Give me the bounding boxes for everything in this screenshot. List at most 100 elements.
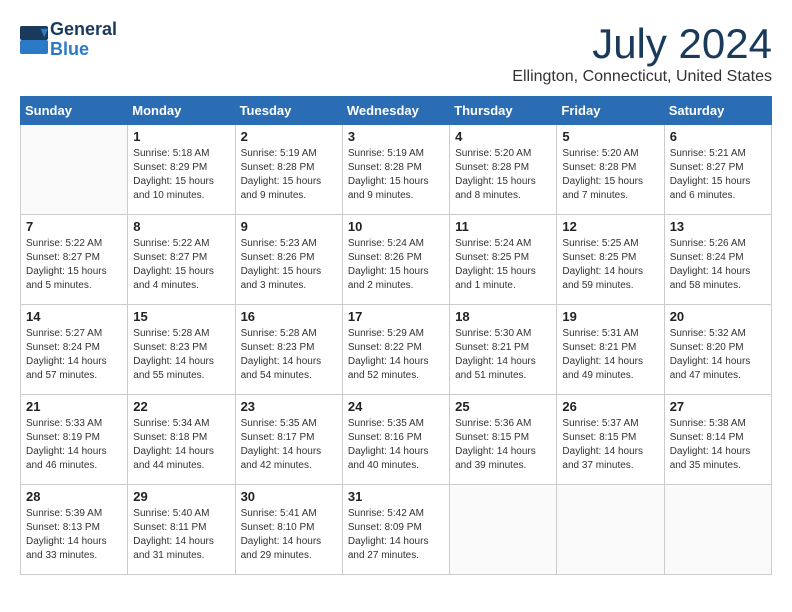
calendar-cell: 17 Sunrise: 5:29 AM Sunset: 8:22 PM Dayl… (342, 305, 449, 395)
calendar-cell (450, 485, 557, 575)
day-info: Sunrise: 5:30 AM Sunset: 8:21 PM Dayligh… (455, 327, 551, 383)
sunset-text: Sunset: 8:15 PM (455, 431, 551, 445)
header-day-saturday: Saturday (664, 97, 771, 125)
calendar-cell: 13 Sunrise: 5:26 AM Sunset: 8:24 PM Dayl… (664, 215, 771, 305)
header-row: SundayMondayTuesdayWednesdayThursdayFrid… (21, 97, 772, 125)
day-number: 19 (562, 309, 658, 324)
day-number: 4 (455, 129, 551, 144)
day-info: Sunrise: 5:29 AM Sunset: 8:22 PM Dayligh… (348, 327, 444, 383)
day-number: 22 (133, 399, 229, 414)
sunset-text: Sunset: 8:09 PM (348, 521, 444, 535)
sunset-text: Sunset: 8:13 PM (26, 521, 122, 535)
header-day-sunday: Sunday (21, 97, 128, 125)
day-number: 25 (455, 399, 551, 414)
logo-line2: Blue (50, 40, 117, 60)
day-number: 12 (562, 219, 658, 234)
daylight-text: Daylight: 14 hours and 31 minutes. (133, 535, 229, 563)
sunrise-text: Sunrise: 5:22 AM (26, 237, 122, 251)
daylight-text: Daylight: 15 hours and 8 minutes. (455, 175, 551, 203)
day-number: 16 (241, 309, 337, 324)
header-day-wednesday: Wednesday (342, 97, 449, 125)
sunrise-text: Sunrise: 5:35 AM (348, 417, 444, 431)
day-number: 29 (133, 489, 229, 504)
sunrise-text: Sunrise: 5:24 AM (348, 237, 444, 251)
calendar-cell: 25 Sunrise: 5:36 AM Sunset: 8:15 PM Dayl… (450, 395, 557, 485)
day-info: Sunrise: 5:28 AM Sunset: 8:23 PM Dayligh… (133, 327, 229, 383)
day-number: 1 (133, 129, 229, 144)
day-info: Sunrise: 5:20 AM Sunset: 8:28 PM Dayligh… (455, 147, 551, 203)
sunset-text: Sunset: 8:23 PM (241, 341, 337, 355)
day-info: Sunrise: 5:35 AM Sunset: 8:16 PM Dayligh… (348, 417, 444, 473)
day-number: 2 (241, 129, 337, 144)
day-info: Sunrise: 5:41 AM Sunset: 8:10 PM Dayligh… (241, 507, 337, 563)
day-number: 14 (26, 309, 122, 324)
daylight-text: Daylight: 14 hours and 46 minutes. (26, 445, 122, 473)
sunrise-text: Sunrise: 5:32 AM (670, 327, 766, 341)
day-info: Sunrise: 5:27 AM Sunset: 8:24 PM Dayligh… (26, 327, 122, 383)
sunrise-text: Sunrise: 5:34 AM (133, 417, 229, 431)
day-number: 9 (241, 219, 337, 234)
sunset-text: Sunset: 8:20 PM (670, 341, 766, 355)
logo: General Blue (20, 20, 117, 60)
day-number: 28 (26, 489, 122, 504)
sunset-text: Sunset: 8:19 PM (26, 431, 122, 445)
daylight-text: Daylight: 14 hours and 49 minutes. (562, 355, 658, 383)
sunrise-text: Sunrise: 5:23 AM (241, 237, 337, 251)
day-info: Sunrise: 5:37 AM Sunset: 8:15 PM Dayligh… (562, 417, 658, 473)
daylight-text: Daylight: 15 hours and 1 minute. (455, 265, 551, 293)
daylight-text: Daylight: 15 hours and 4 minutes. (133, 265, 229, 293)
week-row-5: 28 Sunrise: 5:39 AM Sunset: 8:13 PM Dayl… (21, 485, 772, 575)
sunset-text: Sunset: 8:26 PM (241, 251, 337, 265)
day-info: Sunrise: 5:21 AM Sunset: 8:27 PM Dayligh… (670, 147, 766, 203)
sunset-text: Sunset: 8:14 PM (670, 431, 766, 445)
sunset-text: Sunset: 8:25 PM (562, 251, 658, 265)
calendar-cell: 16 Sunrise: 5:28 AM Sunset: 8:23 PM Dayl… (235, 305, 342, 395)
day-info: Sunrise: 5:42 AM Sunset: 8:09 PM Dayligh… (348, 507, 444, 563)
day-info: Sunrise: 5:38 AM Sunset: 8:14 PM Dayligh… (670, 417, 766, 473)
sunrise-text: Sunrise: 5:31 AM (562, 327, 658, 341)
sunset-text: Sunset: 8:23 PM (133, 341, 229, 355)
day-info: Sunrise: 5:35 AM Sunset: 8:17 PM Dayligh… (241, 417, 337, 473)
day-info: Sunrise: 5:23 AM Sunset: 8:26 PM Dayligh… (241, 237, 337, 293)
sunrise-text: Sunrise: 5:25 AM (562, 237, 658, 251)
day-info: Sunrise: 5:19 AM Sunset: 8:28 PM Dayligh… (241, 147, 337, 203)
calendar-body: 1 Sunrise: 5:18 AM Sunset: 8:29 PM Dayli… (21, 125, 772, 575)
sunset-text: Sunset: 8:29 PM (133, 161, 229, 175)
daylight-text: Daylight: 14 hours and 52 minutes. (348, 355, 444, 383)
sunrise-text: Sunrise: 5:18 AM (133, 147, 229, 161)
calendar-cell: 30 Sunrise: 5:41 AM Sunset: 8:10 PM Dayl… (235, 485, 342, 575)
sunrise-text: Sunrise: 5:19 AM (348, 147, 444, 161)
sunrise-text: Sunrise: 5:42 AM (348, 507, 444, 521)
sunset-text: Sunset: 8:21 PM (455, 341, 551, 355)
calendar-cell: 22 Sunrise: 5:34 AM Sunset: 8:18 PM Dayl… (128, 395, 235, 485)
sunset-text: Sunset: 8:21 PM (562, 341, 658, 355)
header-day-thursday: Thursday (450, 97, 557, 125)
sunrise-text: Sunrise: 5:24 AM (455, 237, 551, 251)
daylight-text: Daylight: 15 hours and 9 minutes. (241, 175, 337, 203)
sunset-text: Sunset: 8:28 PM (562, 161, 658, 175)
calendar-cell: 20 Sunrise: 5:32 AM Sunset: 8:20 PM Dayl… (664, 305, 771, 395)
sunrise-text: Sunrise: 5:38 AM (670, 417, 766, 431)
sunset-text: Sunset: 8:10 PM (241, 521, 337, 535)
sunset-text: Sunset: 8:28 PM (241, 161, 337, 175)
sunrise-text: Sunrise: 5:20 AM (562, 147, 658, 161)
day-number: 10 (348, 219, 444, 234)
header-day-monday: Monday (128, 97, 235, 125)
sunset-text: Sunset: 8:15 PM (562, 431, 658, 445)
day-number: 7 (26, 219, 122, 234)
calendar-cell: 27 Sunrise: 5:38 AM Sunset: 8:14 PM Dayl… (664, 395, 771, 485)
daylight-text: Daylight: 14 hours and 59 minutes. (562, 265, 658, 293)
sunset-text: Sunset: 8:27 PM (670, 161, 766, 175)
logo-text: General Blue (50, 20, 117, 60)
calendar-cell: 6 Sunrise: 5:21 AM Sunset: 8:27 PM Dayli… (664, 125, 771, 215)
calendar-cell (557, 485, 664, 575)
daylight-text: Daylight: 14 hours and 40 minutes. (348, 445, 444, 473)
sunset-text: Sunset: 8:24 PM (26, 341, 122, 355)
day-info: Sunrise: 5:26 AM Sunset: 8:24 PM Dayligh… (670, 237, 766, 293)
sunrise-text: Sunrise: 5:36 AM (455, 417, 551, 431)
daylight-text: Daylight: 14 hours and 47 minutes. (670, 355, 766, 383)
sunrise-text: Sunrise: 5:20 AM (455, 147, 551, 161)
calendar-table: SundayMondayTuesdayWednesdayThursdayFrid… (20, 96, 772, 575)
calendar-cell: 11 Sunrise: 5:24 AM Sunset: 8:25 PM Dayl… (450, 215, 557, 305)
calendar-cell: 12 Sunrise: 5:25 AM Sunset: 8:25 PM Dayl… (557, 215, 664, 305)
